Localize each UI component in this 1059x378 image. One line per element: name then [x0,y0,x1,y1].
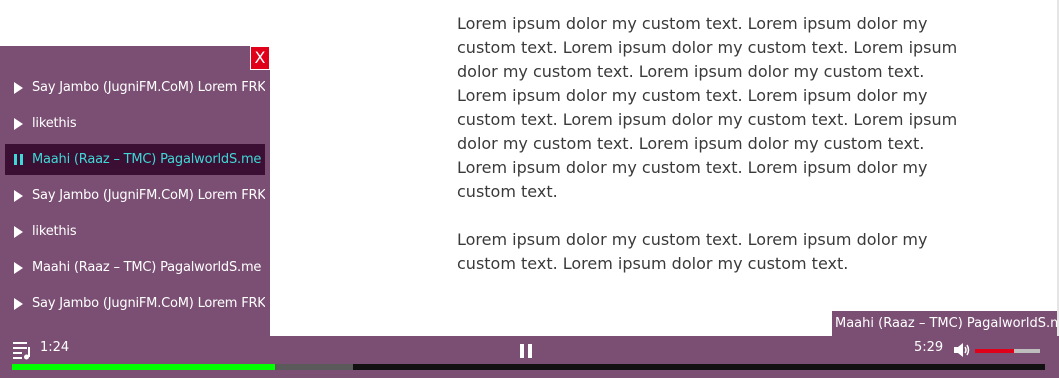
playback-progress [12,364,276,370]
article-paragraph: Lorem ipsum dolor my custom text. Lorem … [457,14,958,201]
playlist-item-label: likethis [32,116,77,131]
play-icon [5,81,32,94]
playlist-icon[interactable] [12,340,32,360]
playlist-item[interactable]: Say Jambo (JugniFM.CoM) Lorem FRK [5,288,265,319]
play-icon [5,297,32,310]
article-paragraph: Lorem ipsum dolor my custom text. Lorem … [457,230,928,273]
play-icon [5,189,32,202]
playlist-item-label: Maahi (Raaz – TMC) PagalworldS.me [32,152,262,167]
playlist-item[interactable]: likethis [5,216,265,247]
playlist-item-label: Say Jambo (JugniFM.CoM) Lorem FRK [32,80,265,95]
pause-button[interactable] [520,344,536,358]
play-icon [5,117,32,130]
playlist-item-label: Say Jambo (JugniFM.CoM) Lorem FRK [32,296,265,311]
total-duration: 5:29 [914,340,944,355]
playlist-item[interactable]: Maahi (Raaz – TMC) PagalworldS.me [5,252,265,283]
now-playing-tooltip: Maahi (Raaz – TMC) PagalworldS.me [832,311,1057,337]
playlist-item-active[interactable]: Maahi (Raaz – TMC) PagalworldS.me [5,144,265,175]
playlist-item-label: Say Jambo (JugniFM.CoM) Lorem FRK [32,188,265,203]
seek-bar[interactable] [12,364,1045,370]
playlist-panel: X Say Jambo (JugniFM.CoM) Lorem FRK like… [0,46,270,336]
volume-level [975,349,1014,353]
audio-player-bar: 1:24 5:29 [0,336,1059,378]
volume-icon[interactable] [953,342,971,358]
play-icon [5,225,32,238]
article-content: Lorem ipsum dolor my custom text. Lorem … [457,12,977,300]
play-icon [5,261,32,274]
volume-slider[interactable] [975,349,1040,353]
playlist-item[interactable]: Say Jambo (JugniFM.CoM) Lorem FRK [5,180,265,211]
pause-icon [520,344,524,358]
pause-icon [5,154,32,165]
close-playlist-button[interactable]: X [250,46,270,70]
playlist-item[interactable]: likethis [5,108,265,139]
current-time: 1:24 [40,340,70,355]
playlist-item[interactable]: Say Jambo (JugniFM.CoM) Lorem FRK [5,72,265,103]
playlist-item-label: Maahi (Raaz – TMC) PagalworldS.me [32,260,262,275]
playlist-item-label: likethis [32,224,77,239]
